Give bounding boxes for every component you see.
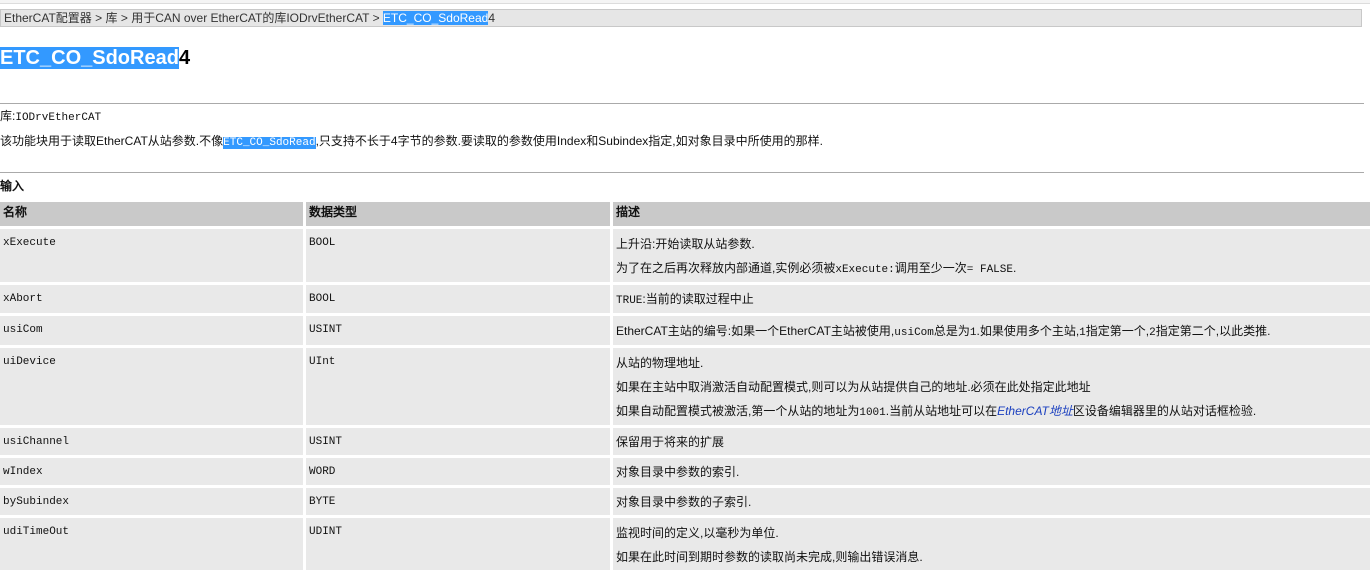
param-name: xExecute — [0, 229, 303, 282]
text: 指定第一个, — [1085, 324, 1150, 338]
code-text: 1001 — [859, 407, 886, 419]
param-description: 保留用于将来的扩展 — [613, 428, 1370, 455]
text: 为了在之后再次释放内部通道,实例必须被 — [616, 261, 836, 275]
param-description: 对象目录中参数的索引. — [613, 458, 1370, 485]
param-description: 上升沿:开始读取从站参数. 为了在之后再次释放内部通道,实例必须被xExecut… — [613, 229, 1370, 282]
param-name: xAbort — [0, 285, 303, 313]
param-type: BOOL — [306, 285, 610, 313]
param-description: 监视时间的定义,以毫秒为单位. 如果在此时间到期时参数的读取尚未完成,则输出错误… — [613, 518, 1370, 570]
page-title: ETC_CO_SdoRead4 — [0, 46, 190, 70]
breadcrumb-separator: > — [91, 11, 106, 25]
breadcrumb-link-library[interactable]: 库 — [105, 11, 117, 25]
description-line: 从站的物理地址. — [616, 356, 704, 370]
code-text: usiCom — [894, 327, 934, 339]
top-edge — [0, 0, 1370, 4]
breadcrumb-current-selected: ETC_CO_SdoRead — [382, 11, 489, 25]
description-highlight: ETC_CO_SdoRead — [223, 137, 316, 149]
param-name: usiCom — [0, 316, 303, 345]
description-line: EtherCAT主站的编号:如果一个EtherCAT主站被使用,usiCom总是… — [616, 319, 1370, 345]
column-header-type: 数据类型 — [306, 202, 610, 226]
table-row: udiTimeOut UDINT 监视时间的定义,以毫秒为单位. 如果在此时间到… — [0, 518, 1370, 570]
description-line: 监视时间的定义,以毫秒为单位. — [616, 526, 779, 540]
library-label: 库: — [0, 109, 16, 123]
column-header-name: 名称 — [0, 202, 303, 226]
param-description: 从站的物理地址. 如果在主站中取消激活自动配置模式,则可以为从站提供自己的地址.… — [613, 348, 1370, 425]
text: .如果使用多个主站, — [976, 324, 1080, 338]
code-text: 2 — [1149, 327, 1156, 339]
param-name: wIndex — [0, 458, 303, 485]
breadcrumb-link-configurator[interactable]: EtherCAT配置器 — [4, 11, 92, 25]
library-value: IODrvEtherCAT — [15, 112, 102, 124]
table-row: xAbort BOOL TRUE:当前的读取过程中止 — [0, 285, 1370, 313]
breadcrumb-current-rest: 4 — [488, 11, 495, 25]
param-description: EtherCAT主站的编号:如果一个EtherCAT主站被使用,usiCom总是… — [613, 316, 1370, 345]
param-type: USINT — [306, 428, 610, 455]
code-text: 1 — [1079, 327, 1086, 339]
divider — [0, 103, 1364, 104]
text: :当前的读取过程中止 — [642, 292, 754, 306]
param-description: TRUE:当前的读取过程中止 — [613, 285, 1370, 313]
breadcrumb-link-iodrv[interactable]: 用于CAN over EtherCAT的库IODrvEtherCAT — [131, 11, 369, 25]
code-text: 1 — [969, 327, 977, 339]
text: 如果自动配置模式被激活,第一个从站的地址为 — [616, 404, 860, 418]
page-title-rest: 4 — [178, 47, 191, 69]
inputs-table: 名称 数据类型 描述 xExecute BOOL 上升沿:开始读取从站参数. 为… — [0, 199, 1370, 573]
description-text: ,只支持不长于4字节的参数.要读取的参数使用Index和Subindex指定,如… — [315, 134, 823, 148]
text: .当前从站地址可以在 — [885, 404, 998, 418]
param-type: USINT — [306, 316, 610, 345]
breadcrumb-separator: > — [117, 11, 132, 25]
param-type: UDINT — [306, 518, 610, 570]
description-line: 如果在此时间到期时参数的读取尚未完成,则输出错误消息. — [616, 550, 923, 564]
ethercat-address-link[interactable]: EtherCAT地址 — [997, 404, 1073, 418]
text: EtherCAT主站的编号:如果一个EtherCAT主站被使用, — [616, 324, 895, 338]
table-row: usiCom USINT EtherCAT主站的编号:如果一个EtherCAT主… — [0, 316, 1370, 345]
table-row: uiDevice UInt 从站的物理地址. 如果在主站中取消激活自动配置模式,… — [0, 348, 1370, 425]
param-type: BOOL — [306, 229, 610, 282]
description-text: 该功能块用于读取EtherCAT从站参数.不像 — [0, 134, 224, 148]
inputs-heading: 输入 — [0, 179, 25, 193]
description-line: 如果自动配置模式被激活,第一个从站的地址为1001.当前从站地址可以在Ether… — [616, 399, 1370, 425]
page-title-selected: ETC_CO_SdoRead — [0, 47, 179, 69]
param-name: usiChannel — [0, 428, 303, 455]
description-line: 为了在之后再次释放内部通道,实例必须被xExecute:调用至少一次= FALS… — [616, 256, 1370, 282]
text: . — [1013, 261, 1017, 275]
table-row: xExecute BOOL 上升沿:开始读取从站参数. 为了在之后再次释放内部通… — [0, 229, 1370, 282]
param-name: bySubindex — [0, 488, 303, 515]
param-name: udiTimeOut — [0, 518, 303, 570]
description: 该功能块用于读取EtherCAT从站参数.不像ETC_CO_SdoRead,只支… — [0, 133, 823, 151]
table-row: bySubindex BYTE 对象目录中参数的子索引. — [0, 488, 1370, 515]
column-header-description: 描述 — [613, 202, 1370, 226]
code-text: TRUE — [616, 295, 643, 307]
breadcrumb-separator: > — [369, 11, 383, 25]
library-line: 库:IODrvEtherCAT — [0, 109, 101, 125]
param-name: uiDevice — [0, 348, 303, 425]
param-type: UInt — [306, 348, 610, 425]
description-line: 上升沿:开始读取从站参数. — [616, 237, 755, 251]
code-text: xExecute: — [835, 264, 895, 276]
text: 指定第二个,以此类推. — [1155, 324, 1271, 338]
code-text: = FALSE — [966, 264, 1013, 276]
param-description: 对象目录中参数的子索引. — [613, 488, 1370, 515]
table-row: usiChannel USINT 保留用于将来的扩展 — [0, 428, 1370, 455]
table-row: wIndex WORD 对象目录中参数的索引. — [0, 458, 1370, 485]
text: 调用至少一次 — [894, 261, 967, 275]
breadcrumb: EtherCAT配置器 > 库 > 用于CAN over EtherCAT的库I… — [0, 9, 1362, 27]
param-type: BYTE — [306, 488, 610, 515]
description-line: 如果在主站中取消激活自动配置模式,则可以为从站提供自己的地址.必须在此处指定此地… — [616, 380, 1091, 394]
param-type: WORD — [306, 458, 610, 485]
text: 总是为 — [933, 324, 970, 338]
table-header-row: 名称 数据类型 描述 — [0, 202, 1370, 226]
divider — [0, 172, 1364, 173]
text: 区设备编辑器里的从站对话框检验. — [1072, 404, 1257, 418]
